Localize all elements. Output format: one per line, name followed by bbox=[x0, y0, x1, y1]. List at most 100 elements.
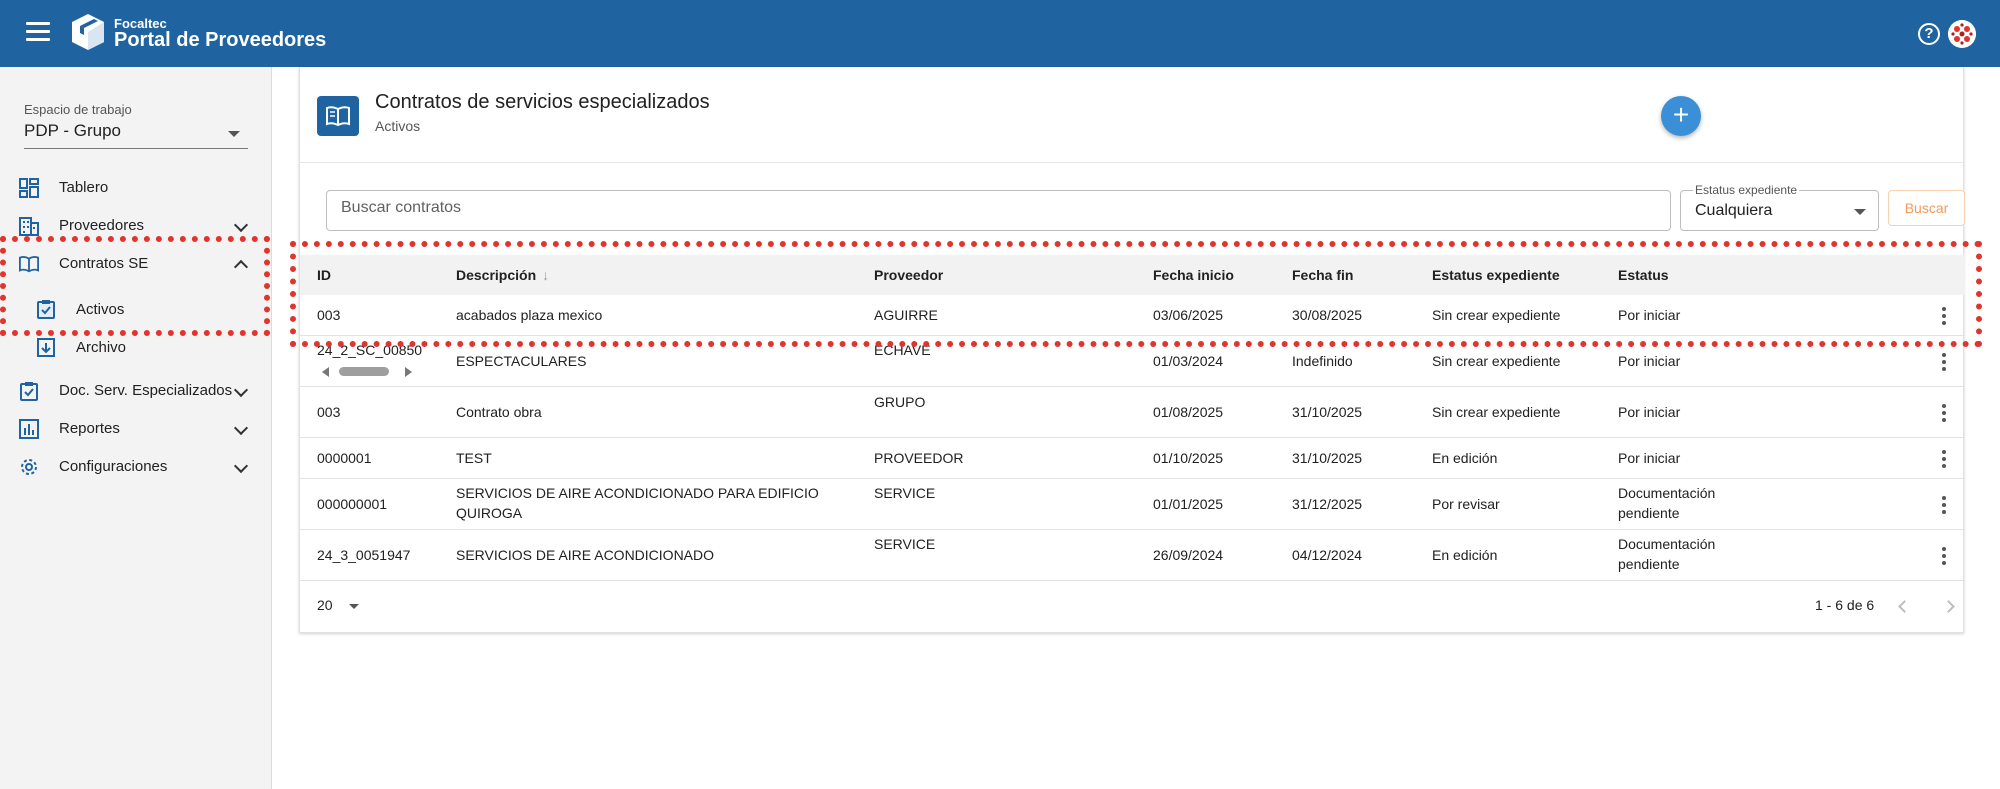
cell-fecha-fin: 30/08/2025 bbox=[1292, 307, 1363, 323]
cell-id: 24_2_SC_00850 bbox=[317, 342, 423, 358]
column-header-label: Descripción bbox=[456, 267, 537, 283]
sidebar-item-contratos-se[interactable]: Contratos SE bbox=[0, 247, 272, 281]
cell-fecha-fin: 31/12/2025 bbox=[1292, 496, 1363, 512]
brand-app-name: Portal de Proveedores bbox=[114, 29, 327, 51]
table-row[interactable]: 24_2_SC_00850 ESPECTACULARES ECHAVE 01/0… bbox=[300, 336, 1965, 387]
cell-id: 003 bbox=[317, 307, 341, 323]
column-header-estatus-expediente[interactable]: Estatus expediente bbox=[1432, 267, 1560, 283]
cell-id: 0000001 bbox=[317, 450, 372, 466]
column-header-fecha-fin[interactable]: Fecha fin bbox=[1292, 267, 1353, 283]
title-badge bbox=[317, 96, 359, 136]
add-contract-button[interactable]: + bbox=[1661, 96, 1701, 136]
row-menu-icon[interactable] bbox=[1942, 496, 1946, 514]
sidebar-item-reportes[interactable]: Reportes bbox=[0, 412, 272, 446]
hamburger-menu-icon[interactable] bbox=[26, 22, 50, 44]
scroll-left-icon[interactable] bbox=[322, 367, 329, 377]
workspace-select[interactable]: PDP - Grupo bbox=[24, 119, 248, 149]
chevron-right-icon[interactable] bbox=[1942, 600, 1955, 613]
chevron-left-icon[interactable] bbox=[1898, 600, 1911, 613]
table-row[interactable]: 003 acabados plaza mexico AGUIRRE 03/06/… bbox=[300, 295, 1965, 336]
cell-estatus-expediente: En edición bbox=[1432, 450, 1498, 466]
archive-icon bbox=[37, 338, 55, 357]
cell-id: 24_3_0051947 bbox=[317, 547, 411, 563]
cell-fecha-fin: Indefinido bbox=[1292, 353, 1353, 369]
status-filter-label: Estatus expediente bbox=[1693, 183, 1800, 197]
sidebar-item-label: Contratos SE bbox=[59, 255, 149, 272]
cell-fecha-inicio: 26/09/2024 bbox=[1153, 547, 1224, 563]
column-header-id[interactable]: ID bbox=[317, 267, 331, 283]
sidebar-item-activos[interactable]: Activos bbox=[0, 293, 272, 327]
cell-estatus: Documentación pendiente bbox=[1618, 536, 1716, 572]
search-input[interactable] bbox=[341, 199, 1641, 217]
row-menu-icon[interactable] bbox=[1942, 404, 1946, 422]
bar-chart-icon bbox=[19, 419, 39, 439]
cell-proveedor: ECHAVE bbox=[874, 342, 931, 358]
status-filter-value: Cualquiera bbox=[1695, 202, 1773, 219]
row-menu-icon[interactable] bbox=[1942, 450, 1946, 468]
cell-fecha-fin: 31/10/2025 bbox=[1292, 404, 1363, 420]
cell-estatus: Por iniciar bbox=[1618, 307, 1681, 323]
cell-fecha-inicio: 03/06/2025 bbox=[1153, 307, 1224, 323]
cell-descripcion: SERVICIOS DE AIRE ACONDICIONADO PARA EDI… bbox=[456, 485, 819, 521]
sidebar-item-label: Configuraciones bbox=[59, 458, 168, 475]
header-divider bbox=[300, 162, 1965, 163]
chevron-down-icon bbox=[233, 382, 249, 398]
scroll-thumb[interactable] bbox=[339, 367, 389, 376]
sidebar-item-doc-serv[interactable]: Doc. Serv. Especializados bbox=[0, 374, 272, 408]
cell-fecha-inicio: 01/03/2024 bbox=[1153, 353, 1224, 369]
cell-estatus: Por iniciar bbox=[1618, 404, 1681, 420]
chevron-up-icon bbox=[233, 259, 249, 275]
row-menu-icon[interactable] bbox=[1942, 307, 1946, 325]
cell-fecha-inicio: 01/10/2025 bbox=[1153, 450, 1224, 466]
top-bar: Focaltec Portal de Proveedores ? bbox=[0, 0, 2000, 67]
cell-descripcion: SERVICIOS DE AIRE ACONDICIONADO bbox=[456, 547, 715, 563]
avatar[interactable] bbox=[1948, 20, 1976, 48]
column-header-descripcion[interactable]: Descripción ↓ bbox=[456, 267, 549, 283]
cell-horizontal-scrollbar[interactable] bbox=[322, 364, 422, 378]
table-row[interactable]: 24_3_0051947 SERVICIOS DE AIRE ACONDICIO… bbox=[300, 530, 1965, 581]
sidebar-item-label: Proveedores bbox=[59, 217, 145, 234]
table-row[interactable]: 000000001 SERVICIOS DE AIRE ACONDICIONAD… bbox=[300, 479, 1965, 530]
sidebar-item-configuraciones[interactable]: Configuraciones bbox=[0, 450, 272, 484]
help-icon[interactable]: ? bbox=[1918, 23, 1940, 45]
table-row[interactable]: 0000001 TEST PROVEEDOR 01/10/2025 31/10/… bbox=[300, 438, 1965, 479]
cell-estatus-expediente: En edición bbox=[1432, 547, 1498, 563]
status-filter-select[interactable]: Estatus expediente Cualquiera bbox=[1680, 183, 1879, 231]
row-menu-icon[interactable] bbox=[1942, 353, 1946, 371]
caret-down-icon[interactable] bbox=[349, 604, 359, 609]
column-header-estatus[interactable]: Estatus bbox=[1618, 267, 1669, 283]
sidebar-item-tablero[interactable]: Tablero bbox=[0, 171, 272, 205]
sidebar-item-proveedores[interactable]: Proveedores bbox=[0, 209, 272, 243]
cell-proveedor: GRUPO bbox=[874, 394, 926, 410]
column-header-proveedor[interactable]: Proveedor bbox=[874, 267, 943, 283]
chevron-down-icon bbox=[233, 217, 249, 233]
dashboard-icon bbox=[19, 178, 39, 198]
column-header-fecha-inicio[interactable]: Fecha inicio bbox=[1153, 267, 1234, 283]
clipboard-check-icon bbox=[20, 382, 38, 401]
per-page-select[interactable]: 20 bbox=[317, 597, 333, 613]
cell-estatus: Por iniciar bbox=[1618, 450, 1681, 466]
table-row[interactable]: 003 Contrato obra GRUPO 01/08/2025 31/10… bbox=[300, 387, 1965, 438]
search-field[interactable] bbox=[326, 190, 1671, 231]
cell-estatus-expediente: Sin crear expediente bbox=[1432, 307, 1561, 323]
building-icon bbox=[19, 217, 39, 236]
scroll-right-icon[interactable] bbox=[405, 367, 412, 377]
cell-descripcion: TEST bbox=[456, 450, 492, 466]
sidebar-item-label: Archivo bbox=[76, 339, 127, 356]
cell-proveedor: SERVICE bbox=[874, 536, 936, 552]
search-button[interactable]: Buscar bbox=[1888, 190, 1965, 226]
sidebar-item-label: Tablero bbox=[59, 179, 109, 196]
book-icon bbox=[19, 256, 39, 273]
sidebar-item-archivo[interactable]: Archivo bbox=[0, 331, 272, 365]
pagination-range: 1 - 6 de 6 bbox=[1815, 597, 1875, 613]
sort-arrow-icon: ↓ bbox=[542, 267, 550, 283]
gear-icon bbox=[21, 459, 37, 475]
app-root: Focaltec Portal de Proveedores ? Espacio… bbox=[0, 0, 2000, 789]
cell-proveedor: PROVEEDOR bbox=[874, 450, 964, 466]
cell-descripcion: Contrato obra bbox=[456, 404, 542, 420]
avatar-pattern-icon bbox=[1948, 20, 1976, 48]
row-menu-icon[interactable] bbox=[1942, 547, 1946, 565]
cell-fecha-inicio: 01/01/2025 bbox=[1153, 496, 1224, 512]
cell-descripcion: acabados plaza mexico bbox=[456, 307, 603, 323]
page-title: Contratos de servicios especializados bbox=[375, 91, 710, 113]
